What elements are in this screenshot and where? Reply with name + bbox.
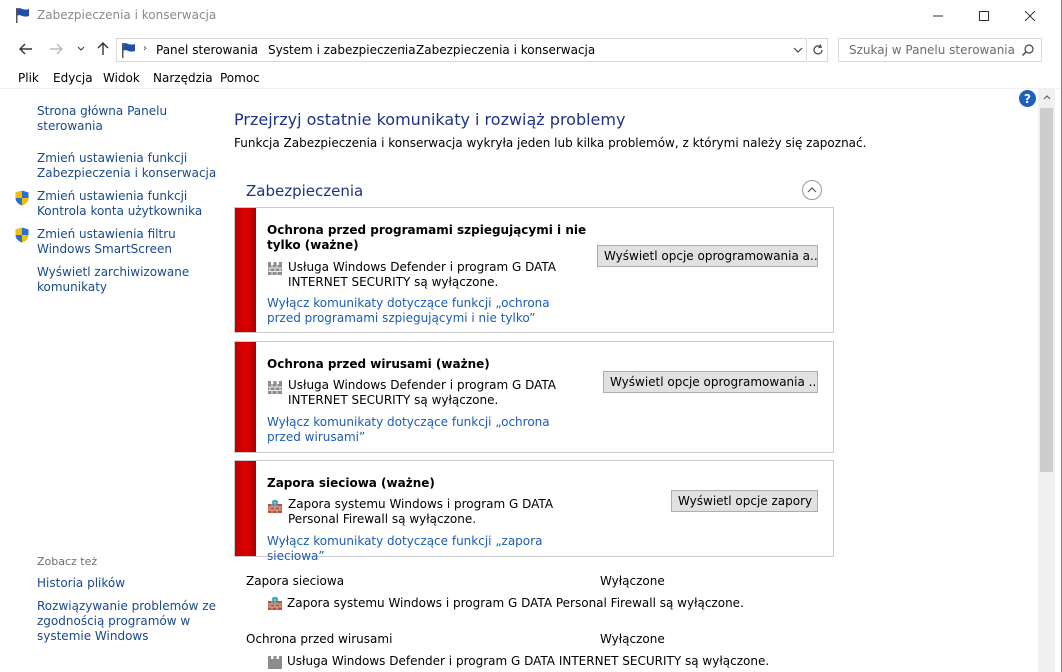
uac-shield-icon bbox=[15, 227, 29, 243]
scroll-up-button[interactable] bbox=[1038, 89, 1055, 106]
arrow-left-icon bbox=[19, 43, 32, 55]
maximize-button[interactable] bbox=[961, 0, 1007, 31]
sidebar-link-file-history[interactable]: Historia plików bbox=[37, 576, 217, 591]
menu-view[interactable]: Widok bbox=[103, 71, 140, 85]
chevron-up-icon bbox=[1043, 95, 1050, 100]
disable-virus-messages-link[interactable]: Wyłącz komunikaty dotyczące funkcji „och… bbox=[267, 415, 587, 445]
alert-text: Usługa Windows Defender i program G DATA… bbox=[288, 378, 557, 407]
alert-severity-bar bbox=[235, 342, 256, 452]
chevron-up-icon bbox=[807, 187, 817, 193]
back-button[interactable] bbox=[15, 39, 37, 59]
control-panel-window: Zabezpieczenia i konserwacja › Panel ste… bbox=[0, 0, 1062, 672]
main-content: Przejrzyj ostatnie komunikaty i rozwiąż … bbox=[220, 90, 1038, 672]
sidebar-link-compatibility-troubleshooter[interactable]: Rozwiązywanie problemów ze zgodnością pr… bbox=[37, 599, 217, 644]
window-title: Zabezpieczenia i konserwacja bbox=[37, 8, 217, 22]
sidebar-link-smartscreen[interactable]: Zmień ustawienia filtru Windows SmartScr… bbox=[37, 227, 217, 257]
navigation-bar: › Panel sterowania › System i zabezpiecz… bbox=[0, 31, 1061, 67]
sidebar-link-archived-messages[interactable]: Wyświetl zarchiwizowane komunikaty bbox=[37, 265, 217, 295]
menu-help[interactable]: Pomoc bbox=[220, 71, 260, 85]
chevron-down-icon bbox=[793, 47, 803, 53]
uac-shield-icon bbox=[15, 190, 29, 206]
alert-severity-bar bbox=[235, 208, 256, 332]
castle-wall-icon bbox=[268, 262, 282, 275]
alert-title: Ochrona przed wirusami (ważne) bbox=[267, 357, 490, 371]
search-input[interactable] bbox=[839, 39, 1019, 61]
firewall-icon bbox=[268, 499, 282, 513]
view-antispyware-options-button[interactable]: Wyświetl opcje oprogramowania a... bbox=[597, 245, 818, 267]
recent-locations-button[interactable] bbox=[70, 39, 92, 59]
disable-firewall-messages-link[interactable]: Wyłącz komunikaty dotyczące funkcji „zap… bbox=[267, 534, 587, 564]
refresh-button[interactable] bbox=[808, 38, 828, 62]
sidebar-link-change-security-settings[interactable]: Zmień ustawienia funkcji Zabezpieczenia … bbox=[37, 151, 217, 181]
page-title: Przejrzyj ostatnie komunikaty i rozwiąż … bbox=[234, 110, 626, 129]
alert-text: Zapora systemu Windows i program G DATA … bbox=[288, 497, 554, 526]
up-button[interactable] bbox=[92, 39, 114, 59]
collapse-section-button[interactable] bbox=[802, 180, 822, 200]
flag-icon bbox=[122, 43, 135, 58]
breadcrumb-system-security[interactable]: System i zabezpieczenia bbox=[268, 43, 416, 57]
status-label-virus: Ochrona przed wirusami bbox=[246, 632, 393, 646]
castle-wall-icon bbox=[268, 656, 282, 669]
view-antivirus-options-button[interactable]: Wyświetl opcje oprogramowania ... bbox=[603, 371, 818, 393]
vertical-scrollbar[interactable] bbox=[1038, 89, 1055, 672]
menu-edit[interactable]: Edycja bbox=[53, 71, 93, 85]
status-value-firewall: Wyłączone bbox=[600, 574, 665, 588]
forward-button[interactable] bbox=[45, 39, 67, 59]
page-description: Funkcja Zabezpieczenia i konserwacja wyk… bbox=[234, 136, 867, 150]
castle-wall-icon bbox=[268, 381, 282, 394]
chevron-down-icon bbox=[77, 46, 85, 51]
maximize-icon bbox=[979, 10, 989, 21]
disable-spyware-messages-link[interactable]: Wyłącz komunikaty dotyczące funkcji „och… bbox=[267, 296, 587, 326]
status-value-virus: Wyłączone bbox=[600, 632, 665, 646]
breadcrumb-separator-icon: › bbox=[402, 43, 406, 54]
search-icon[interactable] bbox=[1021, 43, 1035, 57]
address-dropdown-button[interactable] bbox=[790, 42, 806, 58]
search-box bbox=[838, 38, 1042, 62]
alert-card-spyware: Ochrona przed programami szpiegującymi i… bbox=[234, 207, 834, 333]
alert-severity-bar bbox=[235, 461, 256, 556]
alert-title: Zapora sieciowa (ważne) bbox=[267, 476, 435, 490]
view-firewall-options-button[interactable]: Wyświetl opcje zapory bbox=[671, 490, 818, 512]
alert-card-firewall: Zapora sieciowa (ważne) Zapora systemu W… bbox=[234, 460, 834, 563]
address-bar[interactable]: › Panel sterowania › System i zabezpiecz… bbox=[116, 38, 807, 62]
close-button[interactable] bbox=[1007, 0, 1053, 31]
sidebar-link-control-panel-home[interactable]: Strona główna Panelu sterowania bbox=[37, 104, 217, 134]
status-detail-virus: Usługa Windows Defender i program G DATA… bbox=[287, 654, 770, 668]
menu-tools[interactable]: Narzędzia bbox=[153, 71, 213, 85]
menu-file[interactable]: Plik bbox=[18, 71, 39, 85]
arrow-up-icon bbox=[97, 42, 109, 55]
refresh-icon bbox=[812, 44, 823, 55]
breadcrumb-separator-icon: › bbox=[143, 43, 147, 54]
section-title-security[interactable]: Zabezpieczenia bbox=[246, 182, 363, 200]
breadcrumb-separator-icon: › bbox=[254, 43, 258, 54]
flag-icon bbox=[16, 8, 29, 23]
scrollbar-thumb[interactable] bbox=[1040, 108, 1053, 472]
alert-title: Ochrona przed programami szpiegującymi i… bbox=[267, 223, 587, 252]
menu-bar: Plik Edycja Widok Narzędzia Pomoc bbox=[0, 67, 1061, 89]
firewall-icon bbox=[268, 596, 282, 610]
status-detail-firewall: Zapora systemu Windows i program G DATA … bbox=[287, 596, 744, 610]
help-icon[interactable]: ? bbox=[1019, 90, 1036, 107]
minimize-icon bbox=[933, 15, 943, 16]
breadcrumb-security-maintenance[interactable]: Zabezpieczenia i konserwacja bbox=[416, 43, 595, 57]
status-label-firewall: Zapora sieciowa bbox=[246, 574, 345, 588]
see-also-heading: Zobacz też bbox=[37, 555, 98, 568]
title-bar: Zabezpieczenia i konserwacja bbox=[0, 0, 1061, 31]
alert-card-virus: Ochrona przed wirusami (ważne) Usługa Wi… bbox=[234, 341, 834, 453]
breadcrumb-control-panel[interactable]: Panel sterowania bbox=[156, 43, 258, 57]
arrow-right-icon bbox=[50, 43, 63, 55]
sidebar-link-uac-settings[interactable]: Zmień ustawienia funkcji Kontrola konta … bbox=[37, 189, 217, 219]
close-icon bbox=[1025, 10, 1035, 21]
minimize-button[interactable] bbox=[915, 0, 961, 31]
alert-text: Usługa Windows Defender i program G DATA… bbox=[288, 260, 557, 289]
sidebar: Strona główna Panelu sterowania Zmień us… bbox=[0, 90, 220, 672]
